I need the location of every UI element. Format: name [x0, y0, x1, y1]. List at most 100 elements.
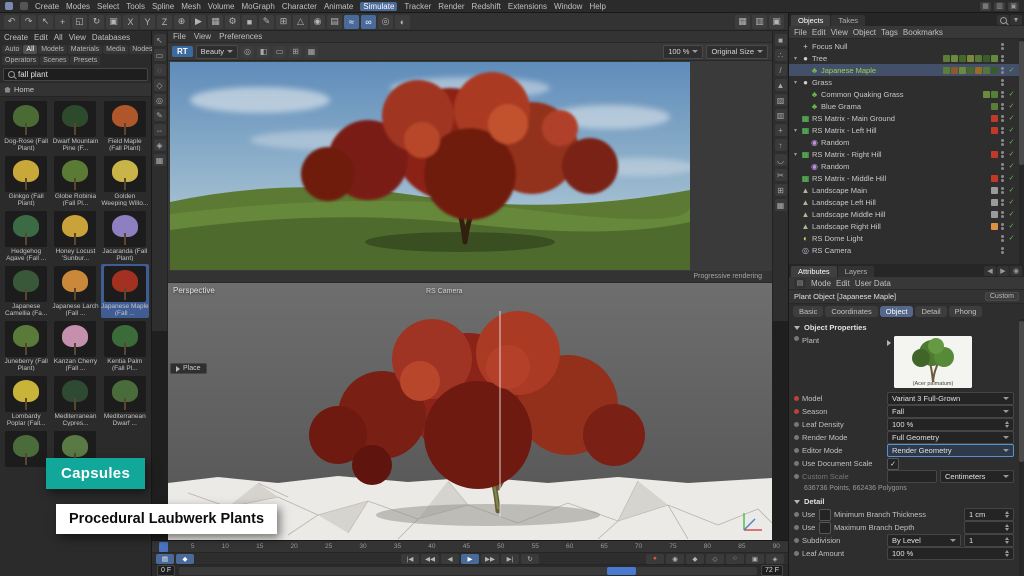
keyframe-dot[interactable]	[794, 336, 799, 341]
object-row[interactable]: ▲ Landscape Main ✓	[789, 184, 1024, 196]
material-tag-chips[interactable]	[943, 67, 998, 74]
season-dropdown[interactable]: Fall	[887, 405, 1014, 418]
custom-button[interactable]: Custom	[985, 292, 1019, 301]
visibility-dots[interactable]	[1001, 91, 1004, 98]
knife-icon[interactable]: ✂	[775, 169, 787, 181]
visibility-dots[interactable]	[1001, 115, 1004, 122]
workplane-mode-icon[interactable]: ▦	[775, 199, 787, 211]
menubar-menu[interactable]: Modes	[66, 2, 90, 11]
place-tool-chip[interactable]: Place	[170, 363, 207, 374]
panel-tab[interactable]: Objects	[791, 15, 830, 26]
panel-tab[interactable]: Takes	[831, 15, 865, 26]
asset-item[interactable]: Golden Weeping Willo...	[101, 154, 149, 208]
render-settings-icon[interactable]: ⚙	[225, 15, 240, 29]
workplane-icon[interactable]: ▦	[154, 154, 166, 166]
asset-browser-tab[interactable]: Materials	[68, 45, 102, 54]
prev-frame-button[interactable]: ◀	[441, 554, 459, 564]
timeline-ruler[interactable]: 051015202530354045505560657075808590	[152, 541, 788, 553]
layout-split-icon[interactable]: ▥	[994, 2, 1005, 11]
back-icon[interactable]: ◀	[984, 266, 996, 276]
keyframe-dot[interactable]	[794, 461, 799, 466]
asset-browser-subtab[interactable]: Operators	[2, 56, 39, 65]
menubar-menu[interactable]: Create	[35, 2, 59, 11]
material-tag-chips[interactable]	[991, 115, 998, 122]
texture-mode-icon[interactable]: ▨	[775, 94, 787, 106]
asset-browser-tab[interactable]: All	[23, 45, 37, 54]
object-manager-menu[interactable]: Bookmarks	[903, 28, 943, 37]
object-manager-menu[interactable]: View	[831, 28, 848, 37]
polygon-selection-icon[interactable]: ◇	[154, 79, 166, 91]
uv-mode-icon[interactable]: ▥	[775, 109, 787, 121]
object-row[interactable]: ♣ Common Quaking Grass ✓	[789, 88, 1024, 100]
last-tool-icon[interactable]: ▣	[106, 15, 121, 29]
menubar-menu[interactable]: Render	[438, 2, 464, 11]
asset-item[interactable]: Japanese Camellia (Fa...	[2, 264, 50, 318]
y-axis-button[interactable]: Y	[140, 15, 155, 29]
preview-range-handle[interactable]	[607, 567, 636, 575]
keyframe-dot[interactable]	[794, 396, 799, 401]
expand-arrow-icon[interactable]: ▾	[792, 151, 799, 158]
menubar-menu[interactable]: Extensions	[508, 2, 547, 11]
live-selection-icon[interactable]: ↖	[154, 34, 166, 46]
object-row[interactable]: ▾ ● Grass	[789, 76, 1024, 88]
asset-item[interactable]: Dwarf Mountain Pine (F...	[51, 99, 99, 153]
enabled-check-icon[interactable]: ✓	[1007, 222, 1016, 230]
lasso-selection-icon[interactable]: ◌	[154, 64, 166, 76]
mode-icon[interactable]: ▤	[794, 278, 806, 288]
panel-tab[interactable]: Layers	[838, 266, 875, 277]
asset-browser-tab[interactable]: Models	[38, 45, 67, 54]
visibility-dots[interactable]	[1001, 103, 1004, 110]
attribute-tab[interactable]: Basic	[793, 306, 823, 317]
visibility-dots[interactable]	[1001, 211, 1004, 218]
asset-item[interactable]: Kanzan Cherry (Fall ...	[51, 319, 99, 373]
asset-browser-menu[interactable]: Databases	[92, 33, 130, 42]
object-manager-menu[interactable]: File	[794, 28, 807, 37]
asset-browser-tab[interactable]: Auto	[2, 45, 22, 54]
asset-item[interactable]: Hedgehog Agave (Fall ...	[2, 209, 50, 263]
expand-arrow-icon[interactable]: ▾	[792, 79, 799, 86]
x-axis-button[interactable]: X	[123, 15, 138, 29]
rope-icon[interactable]: ∞	[361, 15, 376, 29]
asset-browser-menu[interactable]: Edit	[34, 33, 48, 42]
record-keyframe-button[interactable]: ●	[646, 554, 664, 564]
visibility-dots[interactable]	[1001, 235, 1004, 242]
asset-item[interactable]: Japanese Larch (Fall ...	[51, 264, 99, 318]
menubar-menu[interactable]: Simulate	[360, 2, 397, 11]
object-row[interactable]: + Focus Null	[789, 40, 1024, 52]
stepper-arrows[interactable]	[1005, 550, 1009, 557]
enabled-check-icon[interactable]: ✓	[1007, 114, 1016, 122]
enabled-check-icon[interactable]: ✓	[1007, 162, 1016, 170]
material-tag-chips[interactable]	[991, 127, 998, 134]
object-row[interactable]: ▲ Landscape Middle Hill ✓	[789, 208, 1024, 220]
object-row[interactable]: ▦ RS Matrix - Middle Hill ✓	[789, 172, 1024, 184]
max-branch-field[interactable]	[964, 521, 1014, 534]
material-tag-chips[interactable]	[943, 55, 998, 62]
asset-browser-tab[interactable]: Media	[103, 45, 128, 54]
spline-pen-icon[interactable]: ✎	[259, 15, 274, 29]
zoom-dropdown[interactable]: 100 %	[663, 45, 703, 59]
menubar-menu[interactable]: Volume	[208, 2, 235, 11]
search-input[interactable]: fall plant	[3, 68, 148, 81]
menubar-menu[interactable]: Help	[589, 2, 605, 11]
attribute-tab[interactable]: Phong	[949, 306, 983, 317]
asset-item[interactable]: Kentia Palm (Fall Pl...	[101, 319, 149, 373]
asset-item[interactable]: Japanese Maple (Fall ...	[101, 264, 149, 318]
magnet-icon[interactable]: ◡	[775, 154, 787, 166]
render-view-image[interactable]	[168, 61, 772, 271]
menubar-menu[interactable]: Spline	[152, 2, 174, 11]
extrude-icon[interactable]: ⊞	[775, 184, 787, 196]
forward-icon[interactable]: ▶	[997, 266, 1009, 276]
asset-item[interactable]	[2, 429, 50, 483]
attributes-menu[interactable]: Mode	[811, 279, 831, 288]
window-arrange-icon[interactable]: ▣	[769, 15, 784, 29]
axis-mode-icon[interactable]: +	[775, 124, 787, 136]
search-icon[interactable]	[997, 15, 1009, 25]
object-row[interactable]: ▦ RS Matrix - Main Ground ✓	[789, 112, 1024, 124]
attribute-tab[interactable]: Detail	[915, 306, 946, 317]
enabled-check-icon[interactable]: ✓	[1007, 174, 1016, 182]
enabled-check-icon[interactable]: ✓	[1007, 198, 1016, 206]
panel-toggle-icon[interactable]: ▥	[752, 15, 767, 29]
prev-key-button[interactable]: ◀◀	[421, 554, 439, 564]
aov-dropdown[interactable]: Beauty	[196, 45, 238, 59]
keyframe-dot[interactable]	[794, 538, 799, 543]
